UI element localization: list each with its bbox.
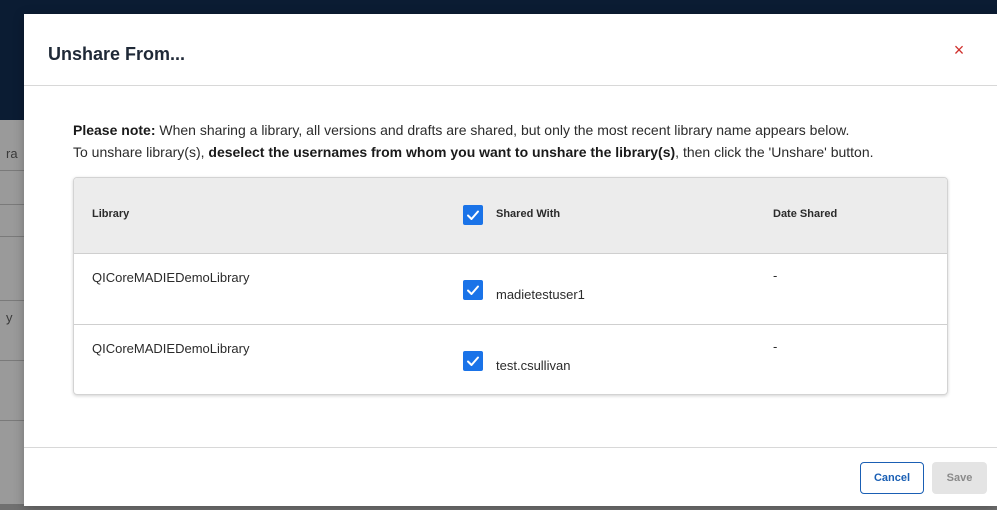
- note-label: Please note:: [73, 122, 156, 138]
- note-text: To unshare library(s),: [73, 144, 209, 160]
- sharing-note: Please note: When sharing a library, all…: [73, 119, 973, 163]
- divider: [0, 170, 24, 171]
- dialog-footer: Cancel Save: [24, 447, 997, 506]
- table-row: QICoreMADIEDemoLibrary test.csullivan -: [74, 325, 947, 394]
- backdrop-text: y: [6, 310, 13, 325]
- divider: [0, 360, 24, 361]
- checkmark-icon: [467, 356, 479, 366]
- user-share-checkbox[interactable]: [463, 280, 483, 300]
- note-line-1: Please note: When sharing a library, all…: [73, 119, 973, 141]
- date-shared: -: [773, 339, 778, 354]
- column-header-date-shared: Date Shared: [773, 208, 838, 220]
- date-shared: -: [773, 268, 778, 283]
- column-header-library: Library: [92, 208, 130, 220]
- column-header-shared-with: Shared With: [496, 208, 561, 220]
- note-line-2: To unshare library(s), deselect the user…: [73, 141, 973, 163]
- divider: [0, 236, 24, 237]
- dialog-title: Unshare From...: [48, 44, 186, 64]
- dialog-header: Unshare From... ×: [24, 14, 997, 86]
- divider: [0, 300, 24, 301]
- table-header: Library Shared With Date Shared: [74, 178, 947, 254]
- note-text: When sharing a library, all versions and…: [155, 122, 850, 138]
- checkmark-icon: [467, 210, 479, 220]
- table-row: QICoreMADIEDemoLibrary madietestuser1 -: [74, 254, 947, 325]
- note-emphasis: deselect the usernames from whom you wan…: [208, 144, 676, 160]
- divider: [0, 204, 24, 205]
- divider: [0, 420, 24, 421]
- cancel-button[interactable]: Cancel: [860, 462, 924, 494]
- select-all-checkbox[interactable]: [463, 205, 483, 225]
- user-share-checkbox[interactable]: [463, 351, 483, 371]
- unshare-dialog: Unshare From... × Please note: When shar…: [24, 14, 997, 506]
- checkmark-icon: [467, 285, 479, 295]
- close-icon[interactable]: ×: [951, 41, 967, 59]
- library-name: QICoreMADIEDemoLibrary: [92, 341, 250, 356]
- save-button[interactable]: Save: [932, 462, 987, 494]
- shared-username: madietestuser1: [496, 287, 585, 302]
- note-text: , then click the 'Unshare' button.: [675, 144, 874, 160]
- shared-libraries-table: Library Shared With Date Shared QICoreMA…: [73, 177, 948, 395]
- backdrop-text: ra: [6, 146, 18, 161]
- library-name: QICoreMADIEDemoLibrary: [92, 270, 250, 285]
- shared-username: test.csullivan: [496, 358, 571, 373]
